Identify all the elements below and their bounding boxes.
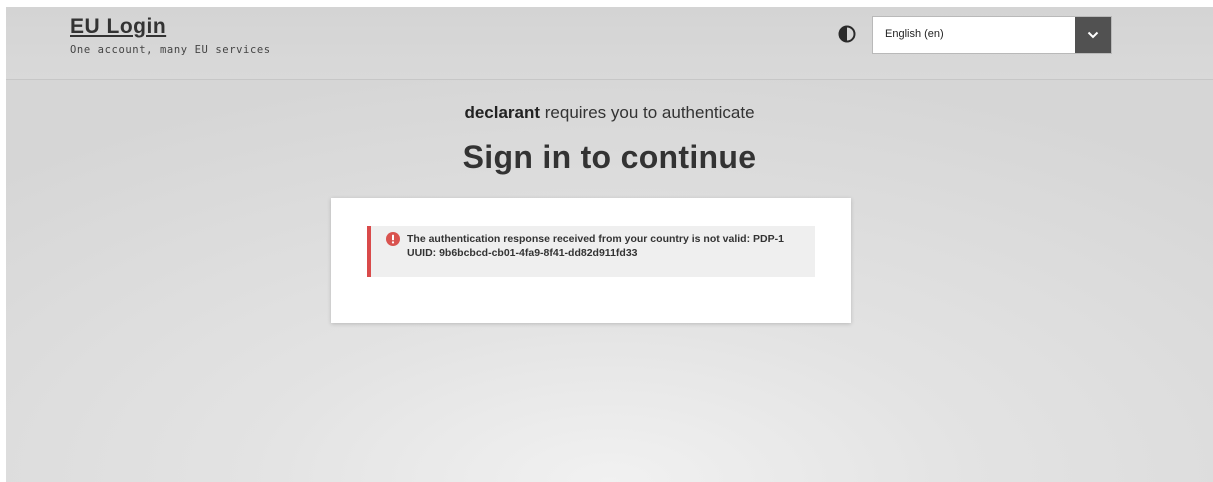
error-message: The authentication response received fro…: [407, 233, 784, 259]
language-dropdown-button[interactable]: [1075, 17, 1111, 53]
page-title: Sign in to continue: [462, 139, 757, 175]
requesting-service-name: declarant: [464, 103, 541, 122]
page-frame: EU Login One account, many EU services E…: [6, 7, 1213, 482]
eu-login-logo-link[interactable]: EU Login: [70, 15, 166, 39]
chevron-down-icon: [1087, 31, 1099, 39]
exclamation-circle-icon: [386, 232, 400, 246]
authentication-requester-line: declarant requires you to authenticate: [6, 103, 1213, 123]
requires-text: requires you to authenticate: [540, 103, 755, 122]
contrast-toggle-button[interactable]: [838, 25, 856, 43]
error-alert: The authentication response received fro…: [367, 226, 815, 277]
half-circle-contrast-icon: [838, 25, 856, 43]
language-select[interactable]: English (en): [872, 16, 1112, 54]
login-card: The authentication response received fro…: [331, 198, 851, 323]
logo-subtitle: One account, many EU services: [70, 44, 271, 56]
site-header: EU Login One account, many EU services E…: [6, 7, 1213, 80]
language-selected-value: English (en): [885, 28, 944, 40]
